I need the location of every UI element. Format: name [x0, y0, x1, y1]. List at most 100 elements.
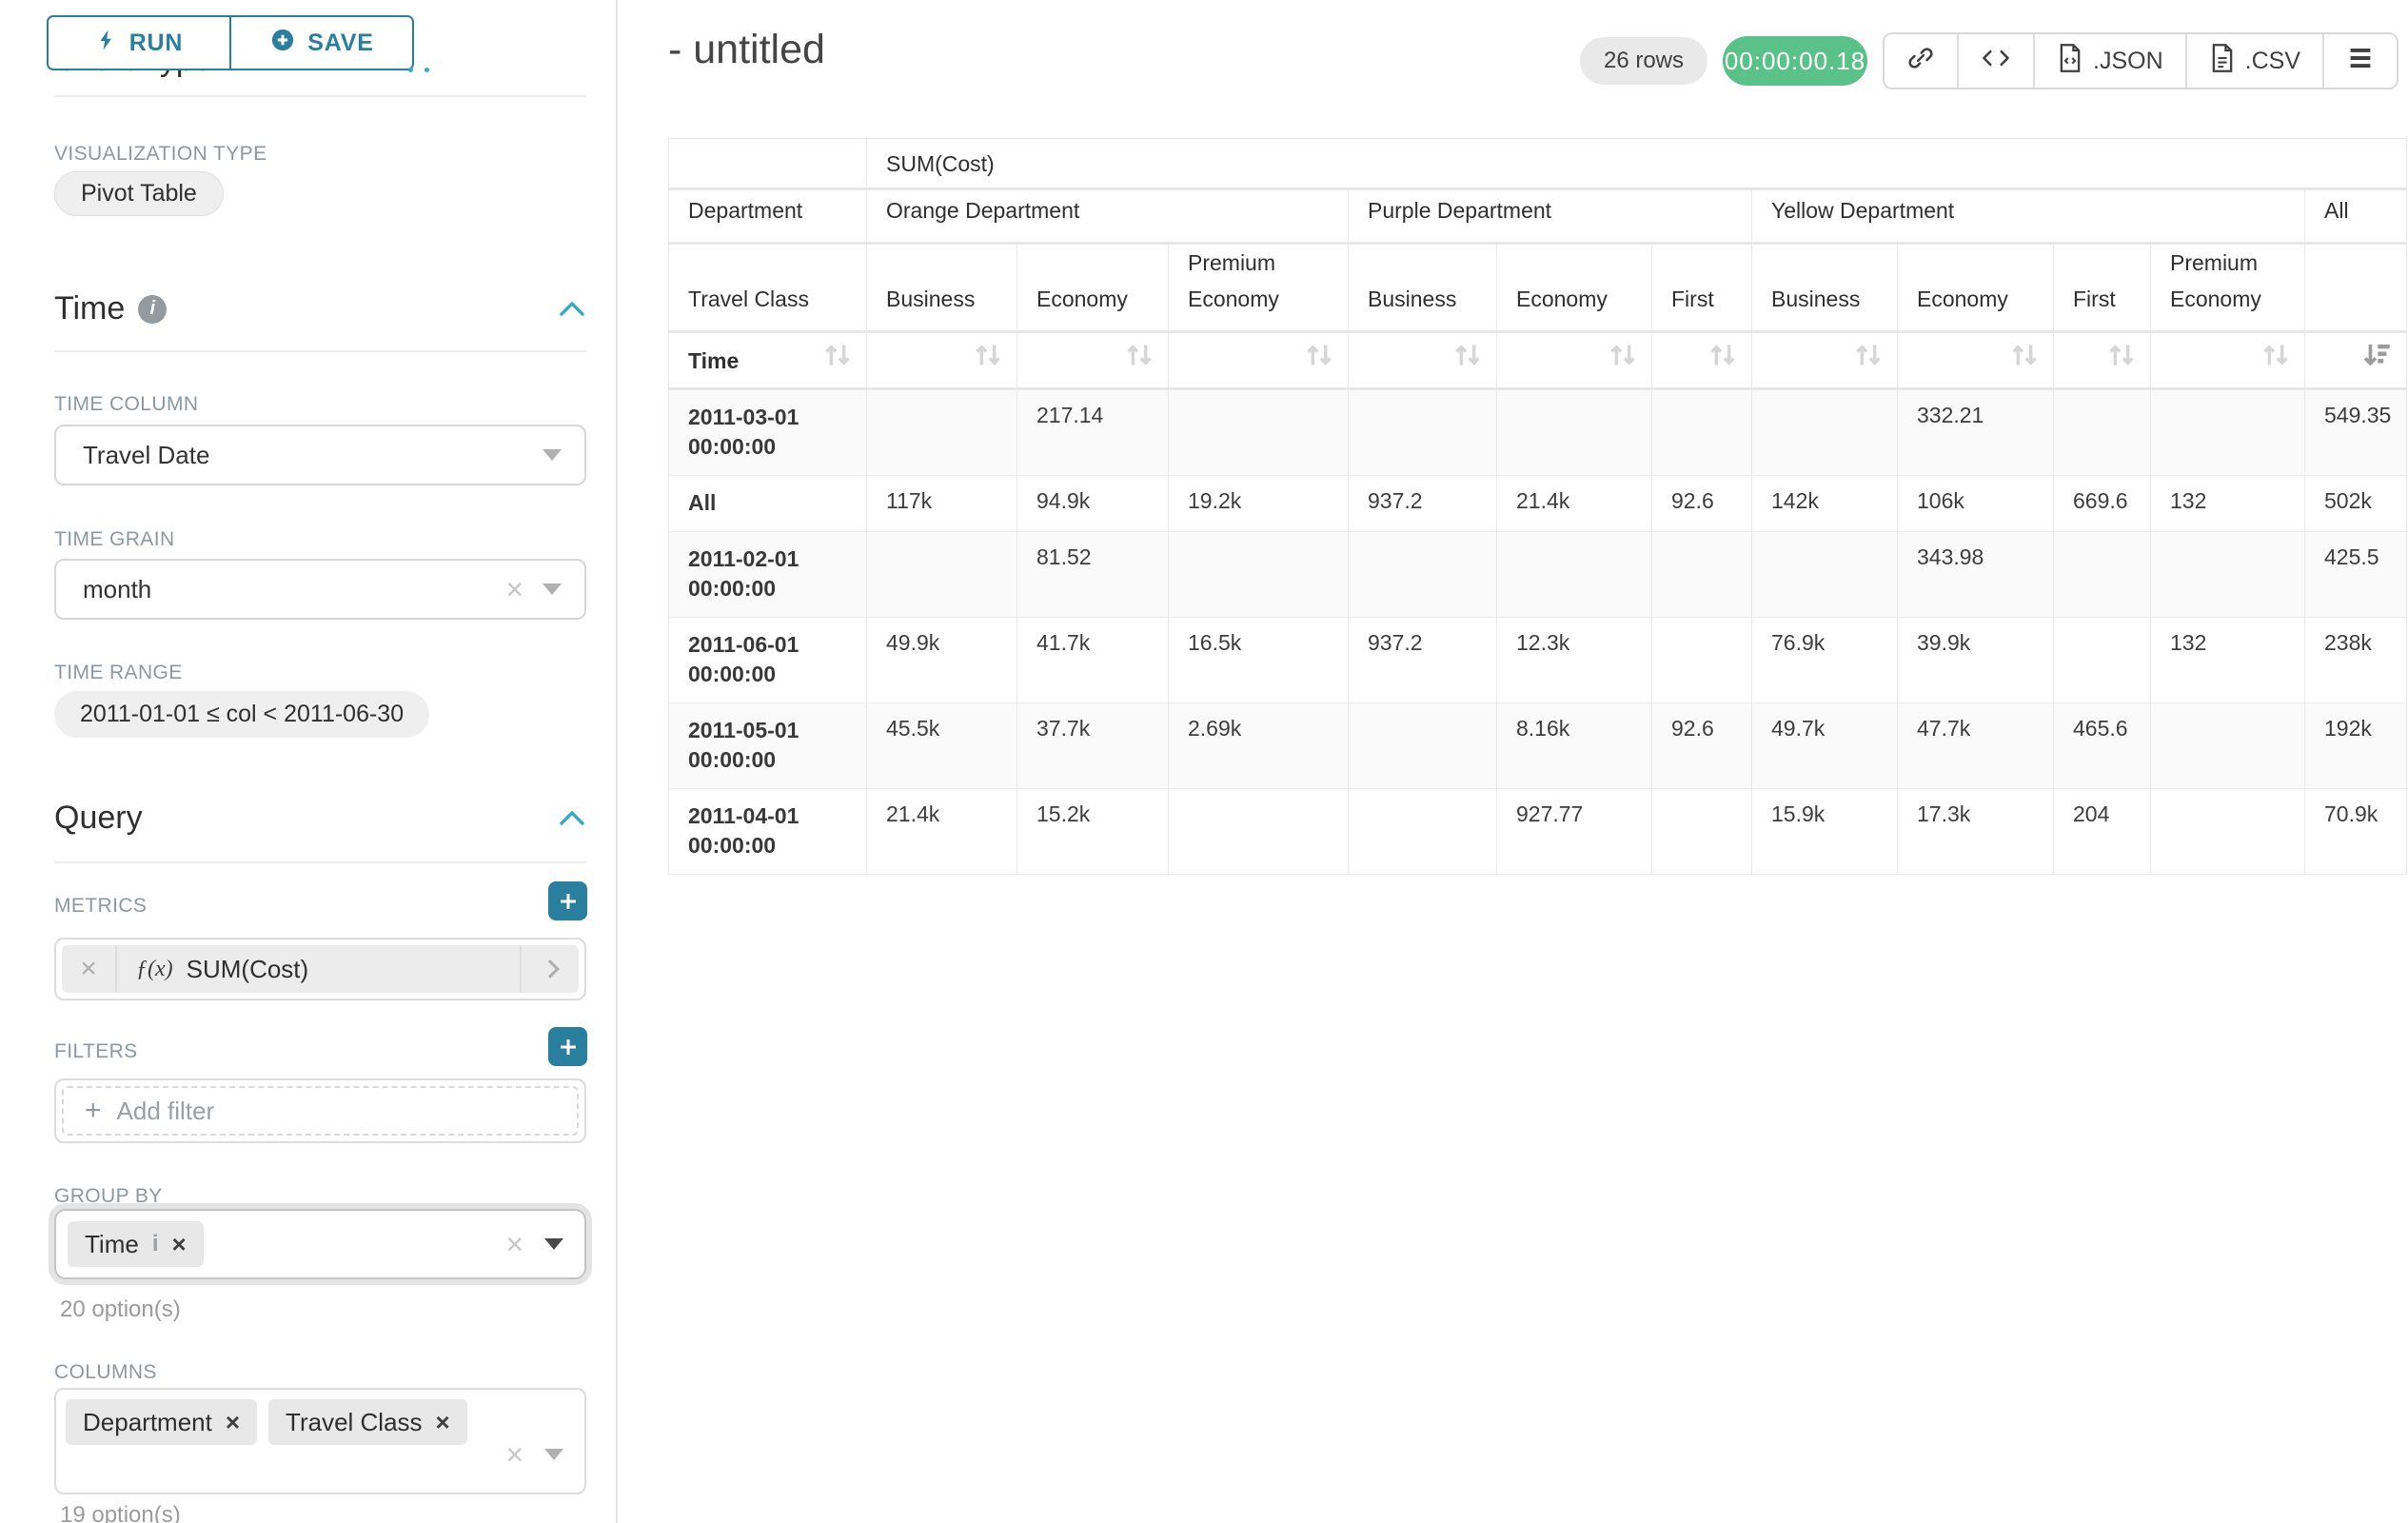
pivot-value-cell: 47.7k — [1898, 703, 2054, 789]
add-filter-plus-button[interactable] — [548, 1027, 587, 1066]
pivot-value-cell — [1169, 789, 1349, 875]
pivot-value-cell — [867, 532, 1017, 618]
time-column-label: TIME COLUMN — [54, 393, 198, 416]
run-button[interactable]: RUN — [47, 15, 231, 70]
run-save-button-group: RUN SAVE — [47, 15, 414, 70]
pivot-sort-header[interactable] — [1898, 332, 2054, 389]
remove-metric-icon[interactable]: × — [62, 945, 117, 993]
sort-icon[interactable] — [1304, 341, 1334, 380]
pivot-value-cell: 669.6 — [2054, 476, 2151, 532]
chevron-down-icon — [544, 1238, 563, 1250]
pivot-sort-header[interactable] — [1349, 332, 1497, 389]
time-column-select[interactable]: Travel Date — [54, 425, 586, 485]
sort-icon[interactable] — [2260, 341, 2291, 380]
pivot-value-cell: 45.5k — [867, 703, 1017, 789]
clear-icon[interactable]: × — [505, 1229, 523, 1259]
pivot-value-cell: 16.5k — [1169, 618, 1349, 703]
save-button[interactable]: SAVE — [229, 15, 414, 70]
columns-label: COLUMNS — [54, 1361, 157, 1384]
remove-tag-icon[interactable]: × — [171, 1232, 186, 1256]
sort-icon[interactable] — [822, 341, 853, 380]
superset-explore-view: Chart Type RUN SAVE VISUALIZATION TYPE P… — [0, 0, 2408, 1523]
group-by-options-count: 20 option(s) — [60, 1296, 181, 1323]
pivot-sort-header[interactable] — [2151, 332, 2305, 389]
pivot-value-cell: 217.14 — [1017, 389, 1169, 476]
group-by-tag-time: Time i × — [68, 1221, 204, 1267]
chevron-up-icon[interactable] — [558, 800, 586, 837]
remove-tag-icon[interactable]: × — [436, 1410, 450, 1434]
clear-icon[interactable]: × — [505, 1439, 523, 1470]
time-range-label: TIME RANGE — [54, 662, 183, 684]
pivot-data-row: 2011-03-01 00:00:00217.14332.21549.35 — [669, 389, 2407, 476]
metric-item: × ƒ(x) SUM(Cost) — [54, 938, 586, 1000]
pivot-sort-header[interactable] — [1169, 332, 1349, 389]
csv-button-label: .CSV — [2245, 48, 2300, 75]
clear-icon[interactable]: × — [505, 574, 523, 604]
pivot-value-cell: 15.2k — [1017, 789, 1169, 875]
visualization-type-pill[interactable]: Pivot Table — [54, 171, 224, 216]
add-metric-button[interactable] — [548, 881, 587, 920]
pivot-row-header: All — [669, 476, 867, 532]
sort-icon[interactable] — [973, 341, 1003, 380]
sort-descending-icon[interactable] — [2360, 341, 2393, 380]
pivot-travel-class-axis-label: Travel Class — [669, 244, 867, 332]
pivot-value-cell: 76.9k — [1752, 618, 1898, 703]
csv-file-icon — [2209, 43, 2236, 80]
chart-type-collapse-icon — [408, 68, 413, 72]
pivot-department-header-0: Orange Department — [867, 189, 1349, 244]
pivot-sort-header[interactable] — [2305, 332, 2407, 389]
more-options-menu-button[interactable] — [2324, 34, 2397, 88]
sort-icon[interactable] — [1452, 341, 1483, 380]
save-button-label: SAVE — [307, 30, 373, 57]
pivot-value-cell: 49.9k — [867, 618, 1017, 703]
sort-icon[interactable] — [1853, 341, 1884, 380]
pivot-time-axis-label[interactable]: Time — [669, 332, 867, 389]
pivot-sort-header[interactable] — [1497, 332, 1652, 389]
time-grain-value: month — [83, 575, 151, 604]
chevron-down-icon — [543, 583, 562, 595]
query-section-title: Query — [54, 800, 143, 837]
download-json-button[interactable]: .JSON — [2035, 34, 2187, 88]
pivot-row-header: 2011-06-01 00:00:00 — [669, 618, 867, 703]
chart-title[interactable]: - untitled — [668, 27, 825, 73]
sort-icon[interactable] — [1707, 341, 1738, 380]
pivot-travel-class-header: First — [1652, 244, 1752, 332]
time-section-header[interactable]: Time i — [54, 290, 586, 327]
pivot-sort-header[interactable] — [867, 332, 1017, 389]
sort-icon[interactable] — [2106, 341, 2137, 380]
query-section-header[interactable]: Query — [54, 800, 586, 837]
metric-pill[interactable]: × ƒ(x) SUM(Cost) — [62, 945, 579, 993]
chevron-down-icon — [543, 449, 562, 461]
pivot-table: SUM(Cost)DepartmentOrange DepartmentPurp… — [668, 138, 2407, 875]
pivot-sort-header[interactable] — [1752, 332, 1898, 389]
remove-tag-icon[interactable]: × — [226, 1410, 240, 1434]
sort-icon[interactable] — [1124, 341, 1155, 380]
time-grain-select[interactable]: month × — [54, 559, 586, 620]
section-divider — [54, 95, 586, 97]
pivot-value-cell — [1652, 389, 1752, 476]
pivot-value-cell — [1652, 532, 1752, 618]
pivot-sort-header[interactable] — [1652, 332, 1752, 389]
chevron-up-icon[interactable] — [558, 290, 586, 327]
pivot-sort-header[interactable] — [1017, 332, 1169, 389]
pivot-value-cell: 132 — [2151, 476, 2305, 532]
pivot-value-cell: 132 — [2151, 618, 2305, 703]
sort-icon[interactable] — [1608, 341, 1638, 380]
download-csv-button[interactable]: .CSV — [2187, 34, 2324, 88]
time-range-pill[interactable]: 2011-01-01 ≤ col < 2011-06-30 — [54, 691, 429, 738]
pivot-row-header: 2011-02-01 00:00:00 — [669, 532, 867, 618]
expand-metric-control[interactable] — [520, 945, 579, 993]
group-by-select[interactable]: Time i × × — [54, 1209, 586, 1279]
pivot-sort-header[interactable] — [2054, 332, 2151, 389]
copy-link-button[interactable] — [1885, 34, 1959, 88]
pivot-value-cell — [1349, 703, 1497, 789]
pivot-value-cell: 937.2 — [1349, 476, 1497, 532]
pivot-value-cell: 502k — [2305, 476, 2407, 532]
sort-icon[interactable] — [2009, 341, 2040, 380]
columns-select[interactable]: Department × Travel Class × × — [54, 1388, 586, 1494]
embed-code-button[interactable] — [1959, 34, 2035, 88]
pivot-travel-class-header: First — [2054, 244, 2151, 332]
add-filter-button[interactable]: + Add filter — [62, 1086, 579, 1136]
pivot-value-cell: 343.98 — [1898, 532, 2054, 618]
pivot-department-header-2: Yellow Department — [1752, 189, 2305, 244]
